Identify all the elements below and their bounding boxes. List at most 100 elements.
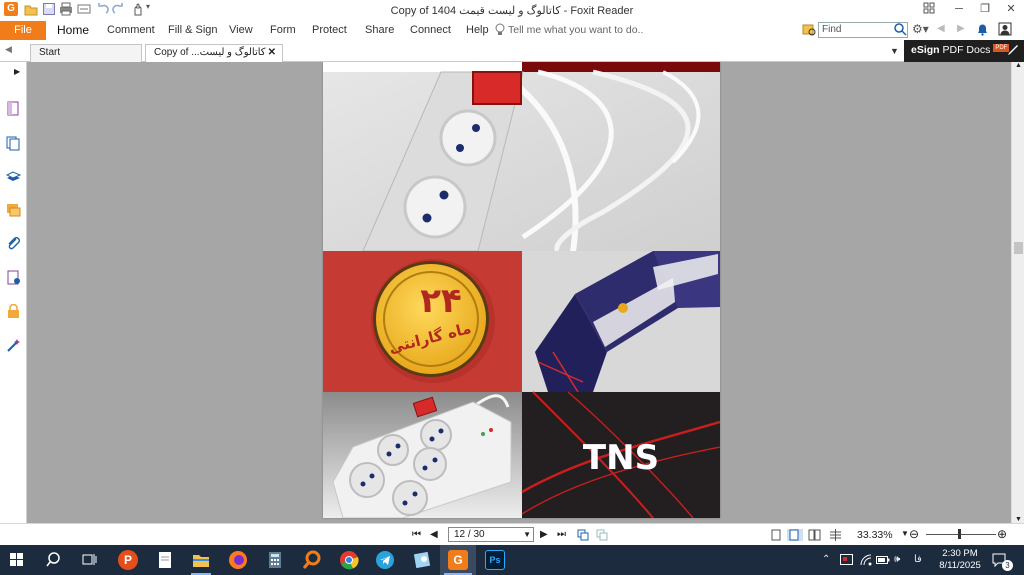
scroll-down-icon[interactable]: ▼ — [1015, 516, 1022, 523]
page-number-input[interactable]: 12 / 30 ▼ — [448, 527, 534, 542]
windows-taskbar: P G Ps ⌃ 🕪 فا 2:30 PM 8/11/2025 3 — [0, 545, 1024, 575]
foxit-taskbar-active[interactable]: G — [440, 545, 476, 575]
zoom-dropdown-icon[interactable]: ▼ — [901, 529, 909, 538]
page-thumbnails-icon[interactable] — [6, 101, 21, 116]
paint-app-icon[interactable] — [412, 550, 432, 570]
windows-start-icon[interactable] — [10, 553, 24, 570]
page-dropdown-icon[interactable]: ▼ — [523, 528, 531, 541]
menu-form[interactable]: Form — [270, 24, 296, 36]
notepad-app-icon[interactable] — [155, 550, 175, 570]
search-icon[interactable] — [894, 23, 907, 39]
show-hidden-icons[interactable]: ⌃ — [822, 554, 830, 565]
photoshop-app-icon[interactable]: Ps — [485, 550, 505, 570]
user-account-icon[interactable] — [998, 22, 1014, 40]
battery-icon[interactable] — [876, 554, 890, 569]
firefox-app-icon[interactable] — [228, 550, 248, 570]
tab-start[interactable]: Start — [30, 44, 142, 62]
single-page-view-icon[interactable] — [770, 529, 782, 541]
task-view-icon[interactable] — [82, 552, 97, 570]
pen-icon — [1006, 43, 1020, 64]
navigation-panel: ▶ — [0, 62, 27, 523]
menu-protect[interactable]: Protect — [312, 24, 347, 36]
document-viewport[interactable]: ۲۴ ماه گارانتی TNS — [27, 62, 1011, 523]
close-window-icon[interactable]: ✕ — [1004, 2, 1018, 16]
power-strip-image — [323, 69, 720, 253]
menu-home[interactable]: Home — [57, 23, 89, 37]
photopea-app-icon[interactable]: P — [118, 550, 138, 570]
notification-bell-icon[interactable] — [975, 22, 991, 39]
tab-document[interactable]: Copy of ...کاتالوگ و لیست ✕ — [145, 44, 283, 62]
notification-count-badge: 3 — [1002, 560, 1013, 571]
tab-close-icon[interactable]: ✕ — [268, 45, 276, 61]
restore-icon[interactable]: ❐ — [978, 2, 992, 16]
signatures-icon[interactable] — [6, 270, 21, 285]
continuous-view-icon[interactable] — [787, 529, 803, 541]
facing-view-icon[interactable] — [808, 529, 821, 541]
back-arrow-icon[interactable]: ◀ — [937, 23, 945, 34]
tab-document-label: Copy of ...کاتالوگ و لیست — [154, 47, 266, 58]
previous-view-icon[interactable] — [577, 529, 589, 541]
menu-help[interactable]: Help — [466, 24, 489, 36]
file-menu-button[interactable]: File — [0, 21, 46, 40]
file-explorer-icon[interactable] — [191, 550, 211, 575]
search-app-icon[interactable] — [302, 550, 322, 570]
zoom-level[interactable]: 33.33% — [857, 529, 893, 541]
tab-list-dropdown-icon[interactable]: ▼ — [890, 46, 899, 56]
volume-icon[interactable]: 🕪 — [894, 554, 900, 565]
input-language[interactable]: فا — [914, 554, 922, 565]
esign-pdf-docs-button[interactable]: eSign PDF Docs PDF — [904, 40, 1024, 62]
page-number-value: 12 / 30 — [454, 529, 485, 540]
zoom-slider-handle[interactable] — [958, 529, 961, 539]
socket-product-image — [323, 392, 522, 518]
menu-comment[interactable]: Comment — [107, 24, 155, 36]
vertical-scrollbar[interactable]: ▲ ▼ — [1011, 62, 1024, 523]
attachments-icon[interactable] — [6, 236, 21, 251]
comments-icon[interactable] — [6, 203, 21, 218]
menu-connect[interactable]: Connect — [410, 24, 451, 36]
zoom-out-icon[interactable]: ⊖ — [909, 527, 919, 541]
settings-gear-icon[interactable]: ⚙▾ — [912, 22, 929, 36]
next-page-icon[interactable]: ▶ — [540, 529, 552, 541]
pdf-page: ۲۴ ماه گارانتی TNS — [323, 62, 720, 518]
pages-icon[interactable] — [6, 136, 21, 151]
zoom-slider-track[interactable] — [926, 534, 996, 535]
expand-panel-icon[interactable]: ▶ — [14, 67, 20, 76]
warranty-months-number: ۲۴ — [420, 281, 462, 321]
next-view-icon[interactable] — [596, 529, 608, 541]
scrollbar-thumb[interactable] — [1014, 242, 1023, 254]
wifi-icon[interactable] — [860, 554, 872, 569]
menu-fill-sign[interactable]: Fill & Sign — [168, 24, 218, 36]
document-tab-bar: ◀ Start Copy of ...کاتالوگ و لیست ✕ ▼ — [0, 40, 1024, 62]
tray-app-icon[interactable] — [840, 554, 854, 569]
first-page-icon[interactable]: ⏮ — [412, 529, 424, 541]
zoom-in-icon[interactable]: ⊕ — [997, 527, 1007, 541]
security-lock-icon[interactable] — [6, 303, 21, 319]
tns-brand-logo: TNS — [583, 438, 659, 478]
layers-icon[interactable] — [5, 169, 22, 184]
search-taskbar-icon[interactable] — [46, 552, 61, 570]
tns-logo-panel: TNS — [521, 391, 720, 518]
forward-arrow-icon[interactable]: ▶ — [957, 23, 965, 34]
find-options-icon[interactable] — [802, 23, 816, 40]
calculator-app-icon[interactable] — [265, 550, 285, 570]
telegram-app-icon[interactable] — [375, 550, 395, 570]
ribbon-menu: File Home Comment Fill & Sign View Form … — [0, 21, 1024, 40]
tools-wand-icon[interactable] — [6, 338, 21, 353]
window-title: Copy of 1404 کاتالوگ و لیست قیمت - Foxit… — [390, 5, 634, 17]
last-page-icon[interactable]: ⏭ — [557, 529, 569, 541]
continuous-facing-view-icon[interactable] — [829, 529, 841, 541]
esign-label: PDF Docs — [939, 44, 991, 56]
layout-icon[interactable] — [922, 2, 936, 16]
minimize-icon[interactable]: ─ — [952, 2, 966, 16]
tell-me-search[interactable]: Tell me what you want to do.. — [508, 24, 643, 36]
chrome-app-icon[interactable] — [339, 550, 359, 570]
lightbulb-icon — [494, 23, 506, 40]
foxit-reader-app-icon: G — [448, 550, 468, 570]
menu-view[interactable]: View — [229, 24, 253, 36]
system-clock[interactable]: 2:30 PM 8/11/2025 — [930, 548, 990, 572]
previous-page-icon[interactable]: ◀ — [430, 529, 442, 541]
tab-scroll-left-icon[interactable]: ◀ — [5, 44, 12, 55]
scroll-up-icon[interactable]: ▲ — [1015, 62, 1022, 69]
catalog-page-artwork: ۲۴ ماه گارانتی TNS — [323, 62, 720, 518]
menu-share[interactable]: Share — [365, 24, 394, 36]
